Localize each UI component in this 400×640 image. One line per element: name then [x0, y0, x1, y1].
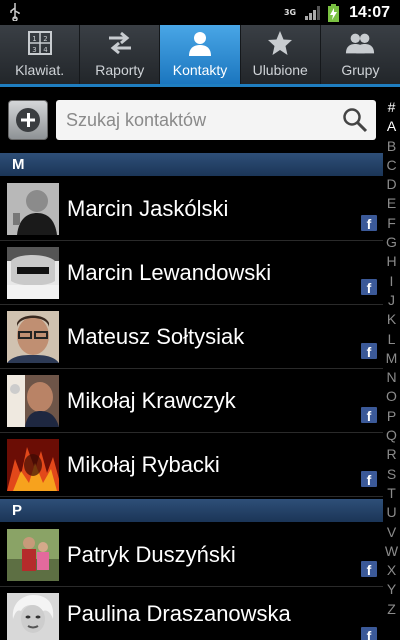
clock: 14:07	[349, 3, 390, 21]
svg-text:3: 3	[32, 46, 36, 54]
avatar	[7, 246, 59, 299]
svg-text:4: 4	[43, 46, 48, 54]
index-letter[interactable]: K	[387, 310, 396, 329]
section-header: M	[0, 153, 383, 176]
facebook-icon: f	[361, 627, 377, 640]
index-letter[interactable]: H	[386, 252, 396, 271]
contact-row[interactable]: Marcin Jaskólski f	[0, 177, 383, 241]
index-letter[interactable]: S	[387, 465, 396, 484]
contact-row[interactable]: Mikołaj Krawczyk f	[0, 369, 383, 433]
battery-charging-icon	[328, 3, 340, 22]
index-letter[interactable]: G	[386, 233, 397, 252]
index-letter[interactable]: Z	[387, 600, 396, 619]
contact-name: Mikołaj Krawczyk	[67, 387, 236, 413]
index-letter[interactable]: Q	[386, 426, 397, 445]
keypad-icon: 1 2 3 4	[25, 28, 55, 58]
tab-keypad[interactable]: 1 2 3 4 Klawiat.	[0, 25, 81, 84]
groups-icon	[345, 28, 375, 58]
signal-icon	[305, 5, 321, 20]
facebook-icon: f	[361, 215, 377, 231]
call-log-icon	[105, 28, 135, 58]
search-input[interactable]	[66, 109, 326, 131]
facebook-icon: f	[361, 279, 377, 295]
facebook-icon: f	[361, 561, 377, 577]
alphabet-index[interactable]: # A B C D E F G H I J K L M N O P Q R S T U V W X Y Z	[383, 98, 400, 618]
index-letter[interactable]: A	[387, 117, 396, 136]
tab-label: Ulubione	[252, 62, 308, 78]
tab-label: Klawiat.	[15, 62, 65, 78]
index-letter[interactable]: T	[387, 484, 396, 503]
tab-favorites[interactable]: Ulubione	[241, 25, 321, 84]
svg-text:1: 1	[32, 35, 36, 43]
search-row	[0, 90, 385, 150]
facebook-icon: f	[361, 407, 377, 423]
index-letter[interactable]: E	[387, 194, 396, 213]
facebook-icon: f	[361, 343, 377, 359]
avatar	[7, 182, 59, 235]
contact-row[interactable]: Mikołaj Rybacki f	[0, 433, 383, 497]
index-letter[interactable]: Y	[387, 580, 396, 599]
index-letter[interactable]: #	[388, 98, 396, 117]
avatar	[7, 374, 59, 427]
avatar	[7, 593, 59, 640]
index-letter[interactable]: U	[386, 503, 396, 522]
index-letter[interactable]: F	[387, 214, 396, 233]
index-letter[interactable]: C	[386, 156, 396, 175]
index-letter[interactable]: N	[386, 368, 396, 387]
star-icon	[265, 28, 295, 58]
facebook-icon: f	[361, 471, 377, 487]
index-letter[interactable]: X	[387, 561, 396, 580]
avatar	[7, 310, 59, 363]
contact-row[interactable]: Patryk Duszyński f	[0, 523, 383, 587]
contact-name: Mikołaj Rybacki	[67, 451, 220, 477]
tab-label: Grupy	[341, 62, 380, 78]
index-letter[interactable]: O	[386, 387, 397, 406]
section-letter: P	[12, 502, 23, 519]
tab-label: Raporty	[95, 62, 145, 78]
contact-name: Patryk Duszyński	[67, 541, 236, 567]
network-indicator: 3G	[283, 7, 298, 17]
index-letter[interactable]: D	[386, 175, 396, 194]
search-box[interactable]	[56, 100, 376, 140]
contact-row[interactable]: Paulina Draszanowska f	[0, 587, 383, 640]
svg-text:2: 2	[43, 35, 47, 43]
section-letter: M	[12, 156, 25, 173]
index-letter[interactable]: R	[386, 445, 396, 464]
contact-row[interactable]: Marcin Lewandowski f	[0, 241, 383, 305]
contact-row[interactable]: Mateusz Sołtysiak f	[0, 305, 383, 369]
tab-call-log[interactable]: Raporty	[80, 25, 161, 84]
network-type: 3G	[283, 7, 297, 17]
add-contact-button[interactable]	[8, 100, 48, 140]
tab-label: Kontakty	[172, 62, 228, 78]
contact-name: Marcin Jaskólski	[67, 195, 229, 221]
index-letter[interactable]: M	[386, 349, 398, 368]
tab-groups[interactable]: Grupy	[321, 25, 400, 84]
index-letter[interactable]: V	[387, 523, 396, 542]
index-letter[interactable]: L	[388, 330, 396, 349]
section-header: P	[0, 499, 383, 522]
usb-icon	[10, 3, 20, 21]
contact-person-icon	[185, 28, 215, 58]
plus-icon	[16, 108, 40, 132]
tab-bar: 1 2 3 4 Klawiat. Raporty Kontakty Ulubio…	[0, 25, 400, 87]
avatar	[7, 528, 59, 581]
status-bar: 3G 14:07	[0, 0, 400, 25]
avatar	[7, 438, 59, 491]
contact-name: Paulina Draszanowska	[67, 600, 291, 626]
tab-contacts[interactable]: Kontakty	[160, 25, 241, 84]
index-letter[interactable]: W	[385, 542, 398, 561]
contact-name: Mateusz Sołtysiak	[67, 323, 245, 349]
search-icon[interactable]	[342, 107, 368, 133]
index-letter[interactable]: J	[388, 291, 395, 310]
index-letter[interactable]: P	[387, 407, 396, 426]
index-letter[interactable]: B	[387, 137, 396, 156]
index-letter[interactable]: I	[390, 272, 394, 291]
contact-name: Marcin Lewandowski	[67, 259, 272, 285]
